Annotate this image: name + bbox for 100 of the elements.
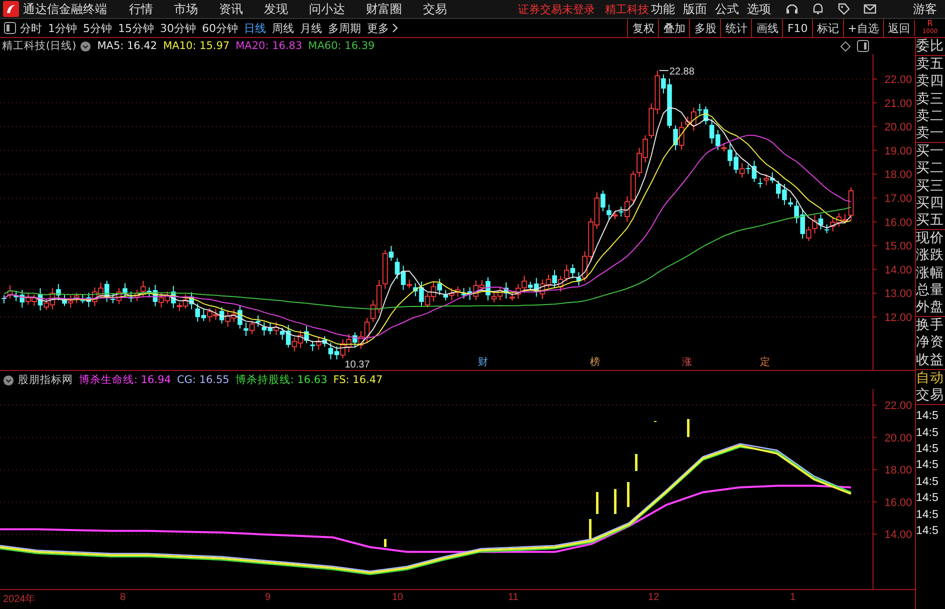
period-tab[interactable]: 分时	[20, 20, 42, 36]
menu-item[interactable]: 问小达	[309, 0, 345, 18]
quote-field-label: 净资	[916, 334, 945, 352]
dropdown-icon[interactable]	[80, 40, 92, 52]
bell-icon[interactable]	[811, 2, 825, 16]
dropdown-icon[interactable]	[3, 374, 14, 386]
menu-item[interactable]: 交易	[423, 0, 447, 18]
quote-field-label: 收益	[916, 352, 945, 369]
quote-field-label: 委比	[916, 38, 945, 56]
menu-item[interactable]: 发现	[264, 0, 288, 18]
indicator-legend: 博杀生命线: 16.94	[79, 373, 171, 387]
trade-time: 14:5	[916, 442, 940, 458]
app-logo-icon	[3, 1, 19, 17]
signal-bar	[635, 454, 638, 471]
period-tab[interactable]: 日线	[244, 20, 266, 36]
toolbar-button[interactable]: 返回	[883, 19, 914, 37]
signal-bar	[596, 492, 598, 514]
tool-menu-item[interactable]: 功能	[651, 0, 675, 18]
quote-field-label: 买一	[916, 143, 945, 160]
period-tab[interactable]: 更多	[367, 20, 389, 36]
tag-icon[interactable]	[837, 2, 851, 16]
quote-field-label: 涨幅	[916, 264, 945, 282]
tool-menu-item[interactable]: 选项	[747, 0, 771, 18]
price-tick-label: 13.00	[884, 288, 912, 300]
date-axis-label: 11	[508, 592, 518, 603]
period-tab[interactable]: 15分钟	[118, 20, 154, 36]
user-label[interactable]: 游客	[913, 0, 937, 18]
quote-field-label: 换手	[916, 317, 945, 334]
toolbar-button[interactable]: 复权	[627, 19, 658, 37]
quote-field-label: 现价	[916, 230, 945, 248]
tool-menu-item[interactable]: 版面	[683, 0, 707, 18]
toolbar-button[interactable]: 标记	[812, 19, 843, 37]
date-axis-label: 9	[265, 592, 271, 603]
trade-time: 14:5	[916, 474, 940, 490]
event-marker[interactable]: 财	[478, 357, 488, 368]
login-notice: 证券交易未登录	[518, 2, 595, 16]
corner-label: R	[927, 20, 933, 28]
panel-toggle-icon[interactable]	[857, 40, 869, 52]
event-marker[interactable]: 榜	[590, 357, 600, 368]
quote-field-label: 卖四	[916, 73, 945, 91]
stock-name: 精工科技	[605, 2, 649, 16]
app-title: 通达信金融终端	[23, 0, 107, 18]
mail-icon[interactable]	[863, 2, 877, 16]
ma-legend: MA60: 16.39	[308, 40, 375, 52]
chevron-right-icon[interactable]	[392, 23, 398, 33]
menu-item[interactable]: 行情	[129, 0, 153, 18]
quote-field-label: 买二	[916, 160, 945, 178]
signal-bar	[589, 519, 592, 539]
period-tab[interactable]: 5分钟	[83, 20, 112, 36]
period-tab[interactable]: 月线	[300, 20, 322, 36]
indicator-tick-label: 16.00	[884, 496, 912, 509]
high-price-label: 22.88	[669, 66, 694, 78]
price-tick-label: 17.00	[884, 193, 912, 205]
indicator-legend: CG: 16.55	[176, 374, 230, 386]
signal-bar	[627, 482, 630, 507]
period-tab[interactable]: 60分钟	[202, 20, 238, 36]
signal-bar	[614, 489, 616, 514]
price-tick-label: 19.00	[884, 145, 912, 158]
price-tick-label: 22.00	[884, 74, 912, 86]
quote-field-label: 外盘	[916, 299, 945, 316]
toolbar-button[interactable]: 统计	[720, 19, 752, 37]
trade-time: 14:5	[916, 508, 940, 523]
period-tab[interactable]: 多周期	[328, 20, 361, 36]
ma-legend: MA10: 15.97	[163, 40, 230, 52]
tool-menu-item[interactable]: 公式	[715, 0, 739, 18]
quote-field-label: 卖五	[916, 56, 945, 74]
ma-legend: MA5: 16.42	[97, 40, 158, 52]
menu-item[interactable]: 市场	[174, 0, 198, 18]
menu-item[interactable]: 财富圈	[366, 0, 402, 18]
period-tab[interactable]: 30分钟	[160, 20, 196, 36]
date-axis-label: 1	[790, 592, 796, 603]
menu-item[interactable]: 资讯	[219, 0, 243, 18]
period-tab[interactable]: 1分钟	[48, 20, 77, 36]
date-axis-label: 12	[648, 592, 660, 603]
event-marker[interactable]: 涨	[682, 357, 692, 368]
trade-time: 14:5	[916, 409, 940, 424]
headset-icon[interactable]	[785, 2, 799, 16]
trade-time: 14:5	[916, 491, 940, 506]
quote-field-label: 买五	[916, 212, 945, 230]
indicator-tick-label: 22.00	[884, 400, 912, 412]
diamond-icon[interactable]	[840, 40, 851, 52]
quote-field-label: 买四	[916, 194, 945, 212]
indicator-tick-label: 18.00	[884, 464, 912, 477]
price-tick-label: 18.00	[884, 169, 912, 182]
toolbar-button[interactable]: 叠加	[658, 19, 690, 37]
period-tab[interactable]: 周线	[272, 20, 294, 36]
auto-label[interactable]: 自动	[916, 370, 945, 388]
price-tick-label: 14.00	[884, 264, 912, 276]
trade-time: 14:5	[916, 524, 940, 540]
quote-field-label: 卖二	[916, 108, 945, 126]
toolbar-button[interactable]: 画线	[751, 19, 782, 37]
low-price-label: 10.37	[344, 359, 370, 370]
event-marker[interactable]: 定	[760, 357, 770, 368]
toolbar-button[interactable]: F10	[782, 19, 812, 37]
price-tick-label: 20.00	[884, 122, 912, 134]
indicator-name: 股朋指标网	[18, 373, 73, 387]
date-axis-label: 10	[392, 592, 404, 603]
panel-toggle-icon[interactable]	[4, 22, 16, 34]
toolbar-button[interactable]: 多股	[689, 19, 720, 37]
toolbar-button[interactable]: +自选	[842, 19, 883, 37]
